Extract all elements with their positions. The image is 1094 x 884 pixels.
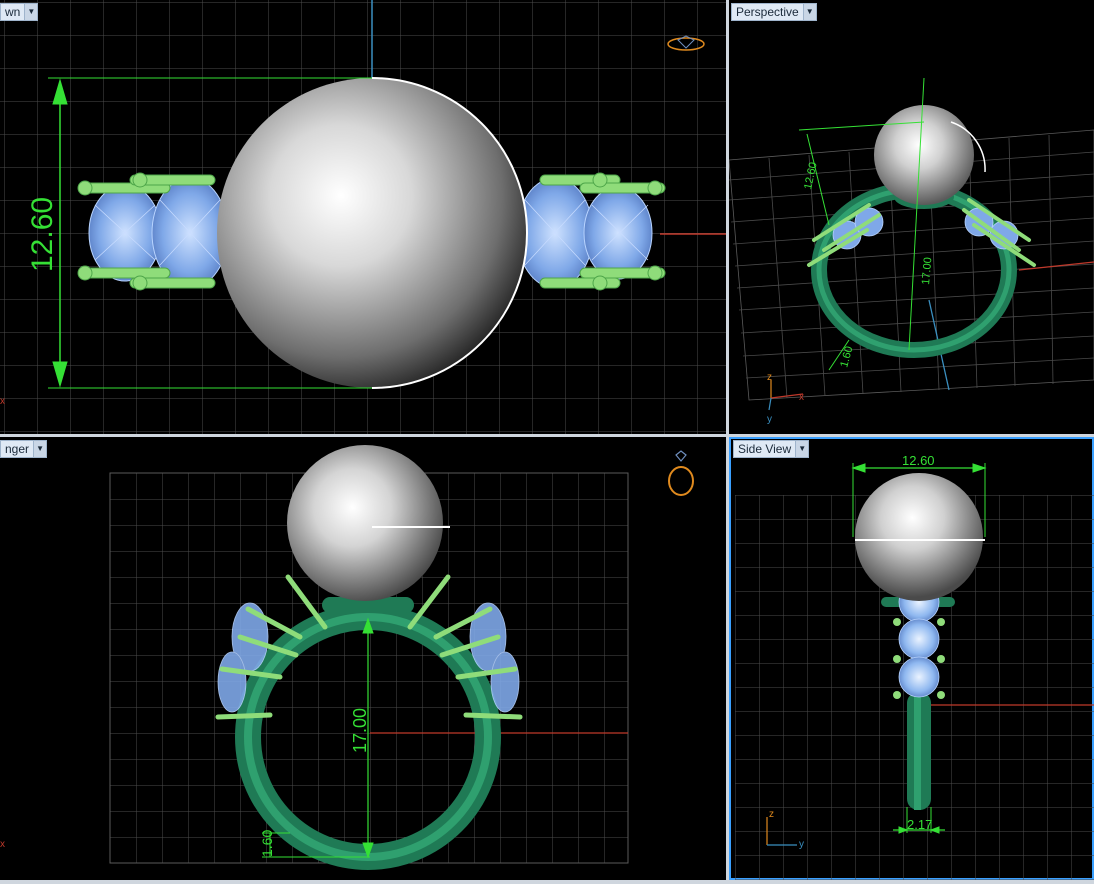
dimension-inner: 17.00 — [350, 708, 370, 753]
viewport-side[interactable]: Side View ▼ 12.60 2.17 z y — [729, 437, 1094, 880]
viewport-perspective[interactable]: Perspective ▼ 12.60 17.00 1.60 z x y — [729, 0, 1094, 434]
viewport-label-text: wn — [5, 5, 21, 19]
dimension-band: 1.60 — [838, 345, 855, 369]
viewport-label-top[interactable]: wn ▼ — [0, 3, 39, 21]
pearl — [287, 445, 443, 601]
dimension-band: 1.60 — [259, 830, 275, 857]
axis-z-label: z — [767, 372, 772, 383]
pearl — [855, 473, 983, 601]
axis-x-mark: x — [0, 396, 5, 407]
viewport-perspective-canvas: 12.60 17.00 1.60 z x y — [729, 77, 1094, 425]
viewport-label-finger[interactable]: nger ▼ — [0, 440, 48, 458]
chevron-down-icon[interactable]: ▼ — [802, 4, 816, 20]
viewport-label-side[interactable]: Side View ▼ — [733, 440, 810, 458]
viewport-finger-canvas: 17.00 1.60 x — [0, 445, 629, 870]
chevron-down-icon[interactable]: ▼ — [33, 441, 47, 457]
dimension-gem: 12.60 — [802, 161, 819, 190]
viewport-label-text: Perspective — [736, 5, 799, 19]
chevron-down-icon[interactable]: ▼ — [795, 441, 809, 457]
viewport-top[interactable]: wn ▼ 12.60 x — [0, 0, 726, 434]
axis-x-mark: x — [0, 839, 5, 850]
viewport-side-canvas: 12.60 2.17 z y — [735, 453, 1094, 880]
pearl — [874, 105, 974, 205]
dimension-ring: 17.00 — [920, 257, 934, 285]
viewport-label-text: Side View — [738, 442, 792, 456]
viewport-top-canvas: 12.60 x — [0, 0, 726, 434]
chevron-down-icon[interactable]: ▼ — [24, 4, 38, 20]
viewport-label-text: nger — [5, 442, 30, 456]
dimension-label: 12.60 — [26, 197, 59, 272]
pearl — [217, 78, 527, 388]
axis-z-label: z — [769, 809, 774, 820]
axis-y-label: y — [799, 839, 804, 850]
axis-x-label: x — [799, 392, 804, 403]
axis-y-label: y — [767, 414, 772, 425]
viewport-finger[interactable]: nger ▼ 17.00 1.60 x — [0, 437, 726, 880]
dimension-top: 12.60 — [902, 453, 935, 468]
dimension-bottom: 2.17 — [907, 817, 932, 832]
viewport-label-perspective[interactable]: Perspective ▼ — [731, 3, 817, 21]
